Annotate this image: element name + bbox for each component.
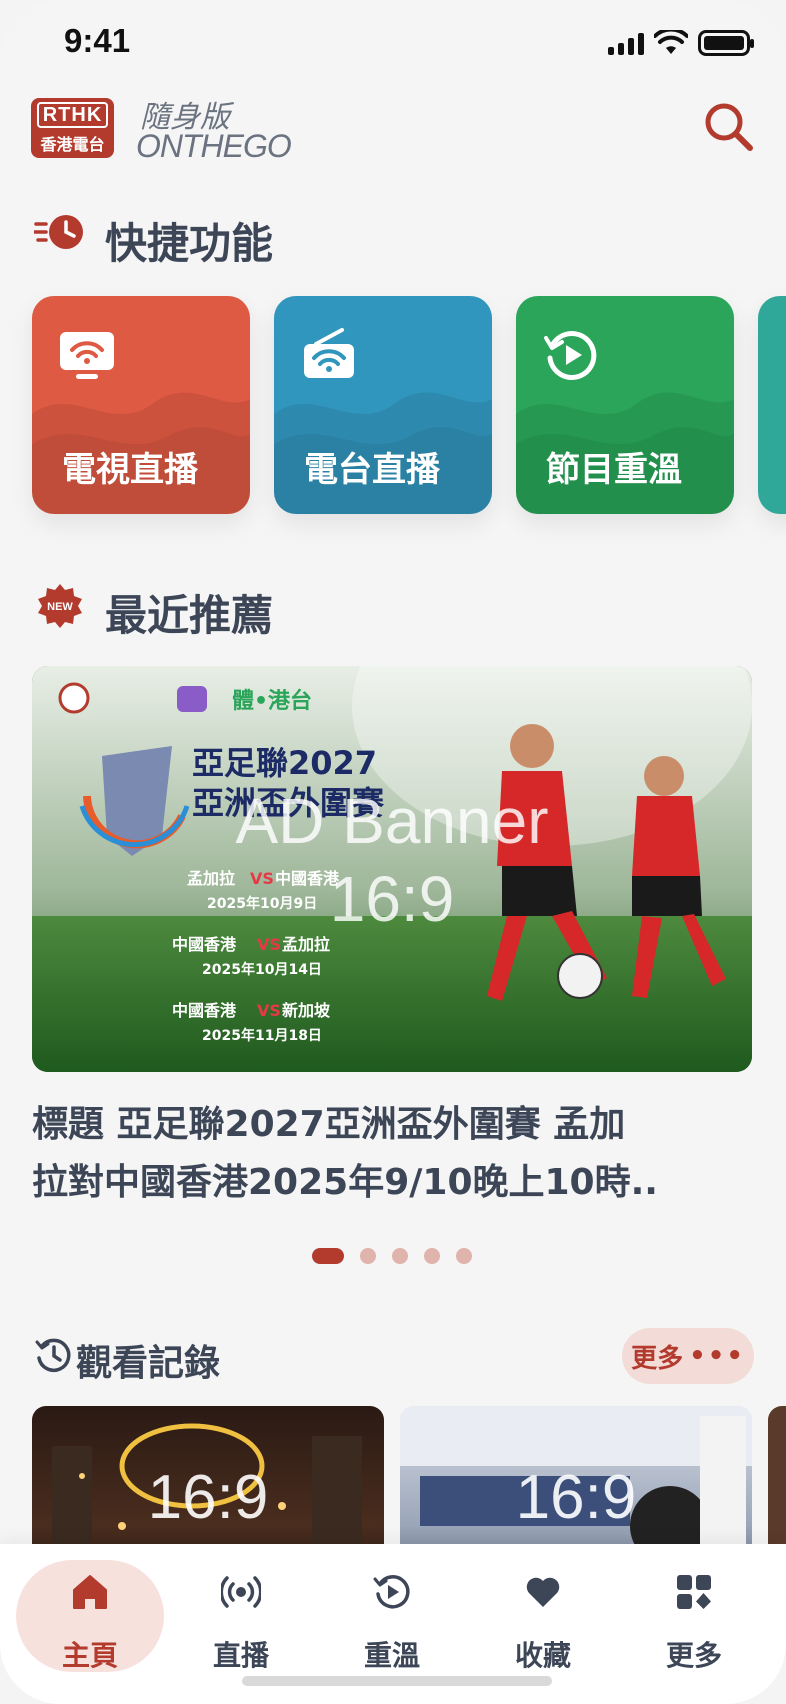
history-more-button[interactable]: 更多 ••• [622, 1328, 754, 1384]
home-icon [73, 1575, 107, 1609]
banner-caption-line1: 標題 亞足聯2027亞洲盃外圍賽 孟加 [32, 1104, 626, 1145]
tile-partial[interactable] [758, 296, 786, 514]
tab-favorites[interactable]: 收藏 [468, 1558, 618, 1672]
app-screen: 9:41 RTHK 香港電台 隨身版 ONTHEGO 快捷功能 電視直播 電台直… [0, 0, 786, 1704]
battery-icon [698, 30, 754, 56]
tab-more[interactable]: 更多 [619, 1558, 769, 1672]
more-dots-icon: ••• [689, 1341, 745, 1371]
thumb-ratio-label: 16:9 [515, 1463, 637, 1532]
more-label: 更多 [631, 1343, 684, 1374]
signal-icon [608, 31, 644, 55]
quick-functions-title: 快捷功能 [105, 219, 274, 268]
tab-label: 直播 [212, 1639, 269, 1672]
tab-replay[interactable]: 重溫 [317, 1558, 467, 1672]
heart-icon [526, 1577, 560, 1607]
history-title: 觀看記錄 [76, 1343, 221, 1384]
tile-label: 電視直播 [62, 450, 198, 490]
carousel-dot[interactable] [456, 1248, 472, 1264]
new-badge-icon: NEW [38, 584, 82, 628]
carousel-dot[interactable] [392, 1248, 408, 1264]
tab-label: 收藏 [514, 1639, 571, 1672]
thumb-ratio-label: 16:9 [147, 1463, 269, 1532]
rthk-logo[interactable]: RTHK 香港電台 [31, 98, 114, 158]
carousel-dot[interactable] [360, 1248, 376, 1264]
ad-banner[interactable]: 體•港台 亞足聯2027 亞洲盃外圍賽 孟加拉 VS 中國香港 2025年10月… [32, 666, 752, 1072]
tile-tv-live[interactable]: 電視直播 [32, 296, 250, 514]
status-bar: 9:41 [0, 0, 786, 90]
banner-placeholder-line2: 16:9 [329, 863, 455, 935]
replay-icon [544, 331, 597, 380]
tab-home[interactable]: 主頁 [15, 1558, 165, 1672]
home-indicator [242, 1676, 552, 1686]
brand-name-en: ONTHEGO [136, 128, 292, 164]
banner-placeholder-line1: AD Banner [235, 785, 549, 857]
tv-icon [60, 332, 114, 379]
tab-label: 主頁 [61, 1639, 118, 1672]
tab-live[interactable]: 直播 [166, 1558, 316, 1672]
replay-icon [373, 1575, 410, 1609]
status-icons [608, 30, 754, 56]
radio-icon [304, 328, 354, 378]
status-time: 9:41 [64, 22, 131, 59]
banner-caption-line2: 拉對中國香港2025年9/10晚上10時.. [32, 1162, 658, 1203]
logo-text-bottom: 香港電台 [40, 135, 105, 154]
carousel-dots[interactable] [312, 1248, 472, 1264]
banner-caption[interactable]: 標題 亞足聯2027亞洲盃外圍賽 孟加 拉對中國香港2025年9/10晚上10時… [32, 1096, 752, 1212]
logo-text-top: RTHK [37, 102, 108, 128]
tile-replay[interactable]: 節目重溫 [516, 296, 734, 514]
tab-label: 重溫 [363, 1639, 420, 1672]
carousel-dot[interactable] [424, 1248, 440, 1264]
quick-clock-icon [34, 215, 83, 249]
banner-placeholder-overlay: AD Banner 16:9 [32, 666, 752, 1072]
grid-icon [677, 1575, 711, 1609]
broadcast-icon [221, 1576, 261, 1608]
tile-label: 電台直播 [304, 450, 440, 490]
tile-radio-live[interactable]: 電台直播 [274, 296, 492, 514]
svg-text:NEW: NEW [47, 601, 73, 613]
recommend-title: 最近推薦 [105, 591, 274, 640]
search-icon[interactable] [702, 100, 754, 152]
tab-label: 更多 [665, 1639, 722, 1672]
tile-label: 節目重溫 [546, 450, 682, 490]
wifi-icon [654, 30, 688, 54]
carousel-dot[interactable] [312, 1248, 344, 1264]
history-icon [35, 1338, 71, 1373]
